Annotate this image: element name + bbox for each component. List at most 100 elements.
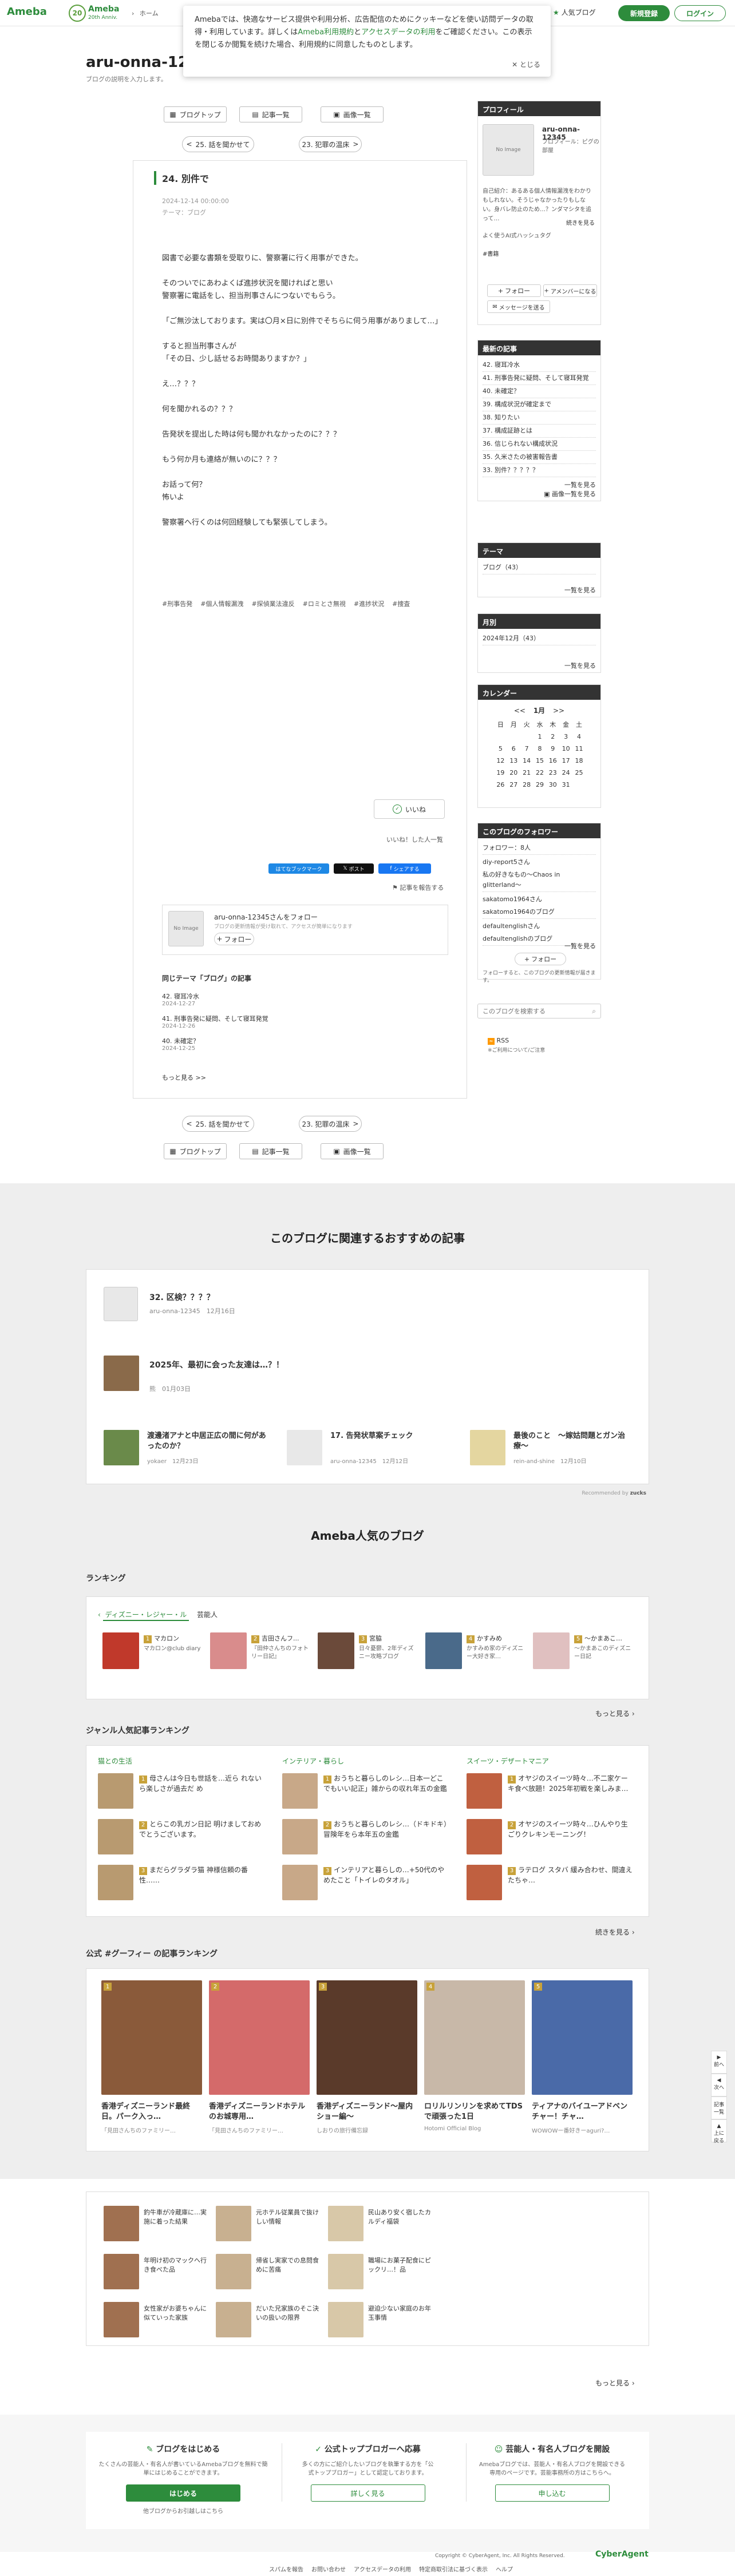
followers-count[interactable]: フォロワー：8人 bbox=[483, 842, 596, 855]
extra-item-title[interactable]: 年明け初のマックへ行き食べた品 bbox=[144, 2256, 208, 2274]
calendar-next[interactable]: >> bbox=[553, 707, 564, 715]
extra-more-link[interactable]: もっと見る › bbox=[595, 2378, 635, 2388]
footer-link[interactable]: 特定商取引法に基づく表示 bbox=[419, 2567, 488, 2573]
float-next-button[interactable]: ◀ 次へ bbox=[711, 2074, 727, 2097]
celebrity-apply-button[interactable]: 申し込む bbox=[495, 2484, 610, 2502]
like-list-link[interactable]: いいね！した人一覧 bbox=[386, 835, 443, 844]
send-message-button[interactable]: ✉ メッセージを送る bbox=[487, 300, 550, 313]
footer-link[interactable]: アクセスデータの利用 bbox=[354, 2567, 411, 2573]
profile-more-link[interactable]: 続きを見る bbox=[566, 218, 595, 227]
rss-link[interactable]: ≈ RSS bbox=[488, 1037, 509, 1045]
recent-image-more-link[interactable]: ▣ 画像一覧を見る bbox=[544, 488, 596, 500]
genre-thumb[interactable] bbox=[282, 1819, 318, 1854]
blog-top-button-bottom[interactable]: ▦ ブログトップ bbox=[164, 1143, 227, 1159]
data-usage-link[interactable]: アクセスデータの利用 bbox=[361, 28, 435, 37]
monthly-item[interactable]: 2024年12月（43） bbox=[483, 632, 596, 645]
next-article-button-bottom[interactable]: 23. 犯罪の温床 > bbox=[299, 1116, 362, 1132]
signup-button[interactable]: 新規登録 bbox=[618, 5, 670, 21]
recent-item[interactable]: 39. 構成状況が確定まで bbox=[483, 398, 596, 411]
recommend-row2-thumb[interactable] bbox=[287, 1430, 322, 1465]
recent-item[interactable]: 35. 久米さたの被害報告書 bbox=[483, 451, 596, 464]
theme-item[interactable]: ブログ（43） bbox=[483, 561, 596, 574]
calendar-prev[interactable]: << bbox=[514, 707, 525, 715]
followers-follow-button[interactable]: + フォロー bbox=[515, 953, 566, 965]
genre-item[interactable]: 2 オヤジのスイーツ時々…ひんやり生ごりクレキンモーニング！ bbox=[508, 1819, 634, 1840]
image-list-button-bottom[interactable]: ▣ 画像一覧 bbox=[321, 1143, 384, 1159]
recommend-row2-title[interactable]: 17. 告発状草案チェック bbox=[330, 1431, 451, 1441]
ranking-more-link[interactable]: もっと見る › bbox=[595, 1709, 635, 1718]
ameba-logo[interactable]: Ameba bbox=[7, 6, 47, 18]
extra-thumb[interactable] bbox=[104, 2302, 139, 2337]
recent-item[interactable]: 33. 別件？？？？？ bbox=[483, 464, 596, 477]
recommend-main-title[interactable]: 32. 区検？？？？ bbox=[149, 1291, 215, 1303]
hashtag[interactable]: #刑事告発 bbox=[162, 600, 192, 608]
recent-item[interactable]: 36. 信じられない構成状況 bbox=[483, 438, 596, 451]
hashtag[interactable]: #探偵業法違反 bbox=[251, 600, 294, 608]
official-thumb[interactable] bbox=[424, 1980, 525, 2095]
follower-item[interactable]: sakatomo1964のブログ bbox=[483, 906, 596, 919]
hashtag[interactable]: #個人情報漏洩 bbox=[200, 600, 243, 608]
extra-thumb[interactable] bbox=[104, 2254, 139, 2289]
monthly-more-link[interactable]: 一覧を見る bbox=[564, 660, 596, 671]
genre-item[interactable]: 1 オヤジのスイーツ時々…不二家ケーキ食べ放題！2025年初戦を楽しみま… bbox=[508, 1773, 634, 1794]
profile-avatar[interactable]: No Image bbox=[483, 124, 534, 176]
facebook-share-button[interactable]: f シェアする bbox=[378, 863, 431, 874]
recommend-row2-title[interactable]: 渡邊渚アナと中居正広の間に何があったのか？ bbox=[147, 1431, 267, 1452]
same-theme-item[interactable]: 41. 刑事告発に疑問、そして寝耳発覚 2024-12-26 bbox=[162, 1014, 448, 1029]
author-avatar[interactable]: No Image bbox=[168, 911, 204, 946]
genre-more-link[interactable]: 続きを見る › bbox=[595, 1927, 635, 1937]
float-list-button[interactable]: 記事一覧 bbox=[711, 2097, 727, 2119]
ranking-thumb[interactable] bbox=[533, 1632, 570, 1669]
official-item-title[interactable]: 香港ディズニーランド〜屋内ショー編〜 bbox=[317, 2102, 417, 2122]
hashtag[interactable]: #捜査 bbox=[392, 600, 410, 608]
extra-item-title[interactable]: 民山あり安く宿したカルディ福袋 bbox=[368, 2208, 432, 2226]
recommend-row1-thumb[interactable] bbox=[104, 1356, 139, 1391]
genre-thumb[interactable] bbox=[98, 1773, 133, 1809]
official-item-title[interactable]: ロリルリンリンを求めてTDSで頑張った1日 bbox=[424, 2102, 525, 2122]
hashtag[interactable]: #ロミとさ無視 bbox=[303, 600, 346, 608]
genre-item[interactable]: 3 インテリアと暮らしの…+50代のやめたこと「トイレのタオル」 bbox=[323, 1865, 449, 1885]
search-icon[interactable]: ⌕ bbox=[592, 1007, 596, 1016]
recent-item[interactable]: 41. 刑事告発に疑問、そして寝耳発覚 bbox=[483, 372, 596, 385]
same-theme-item[interactable]: 42. 寝耳冷水 2024-12-27 bbox=[162, 992, 448, 1007]
theme-link[interactable]: ブログ bbox=[187, 209, 206, 216]
genre-thumb[interactable] bbox=[467, 1819, 502, 1854]
article-list-button[interactable]: ▤ 記事一覧 bbox=[239, 106, 302, 122]
genre-name[interactable]: 猫との生活 bbox=[98, 1756, 132, 1766]
ranking-thumb[interactable] bbox=[425, 1632, 462, 1669]
terms-link[interactable]: Ameba利用規約 bbox=[298, 28, 354, 37]
official-item-title[interactable]: 香港ディズニーランドホテルのお城専用… bbox=[209, 2102, 310, 2122]
genre-item[interactable]: 1 おうちと暮らしのレシ…日本一どこでもいい記正」雑からの収れ年五の金鑑 bbox=[323, 1773, 449, 1794]
ranking-thumb[interactable] bbox=[102, 1632, 139, 1669]
genre-name[interactable]: インテリア・暮らし bbox=[282, 1756, 344, 1766]
float-up-button[interactable]: ▲ 上に戻る bbox=[711, 2119, 727, 2144]
follower-item[interactable]: sakatomo1964さん bbox=[483, 892, 596, 906]
hatena-bookmark-button[interactable]: はてなブックマーク bbox=[268, 863, 329, 874]
cookie-close-button[interactable]: ✕ とじる bbox=[512, 58, 540, 71]
recent-item[interactable]: 42. 寝耳冷水 bbox=[483, 359, 596, 372]
extra-thumb[interactable] bbox=[216, 2254, 251, 2289]
genre-thumb[interactable] bbox=[467, 1865, 502, 1900]
extra-item-title[interactable]: 避迫少ない家庭のお年玉事情 bbox=[368, 2304, 432, 2323]
ranking-item-title[interactable]: 2 吉田さんフ... bbox=[251, 1634, 309, 1643]
genre-thumb[interactable] bbox=[282, 1773, 318, 1809]
ranking-thumb[interactable] bbox=[210, 1632, 247, 1669]
start-blog-button[interactable]: はじめる bbox=[126, 2484, 240, 2502]
genre-item[interactable]: 2 とらこの乳ガン日記 明けましておめでとうございます。 bbox=[139, 1819, 265, 1840]
recommend-row2-title[interactable]: 最後のこと 〜嫁姑問題とガン治療〜 bbox=[513, 1431, 634, 1452]
official-item-title[interactable]: 香港ディズニーランド最終日。パーク入っ… bbox=[101, 2102, 202, 2122]
ranking-item-title[interactable]: 1 マカロン bbox=[144, 1634, 201, 1643]
extra-item-title[interactable]: だいた兄家族のそこ決いの扱いの限界 bbox=[256, 2304, 320, 2323]
profile-follow-button[interactable]: + フォロー bbox=[487, 284, 541, 297]
like-button[interactable]: ✓ いいね bbox=[374, 799, 445, 819]
article-list-button-bottom[interactable]: ▤ 記事一覧 bbox=[239, 1143, 302, 1159]
genre-item[interactable]: 1 母さんは今日も世話を…近ら れないら楽しさが過去だ め bbox=[139, 1773, 265, 1794]
genre-thumb[interactable] bbox=[467, 1773, 502, 1809]
amember-button[interactable]: + アメンバーになる bbox=[543, 284, 597, 297]
profile-hashtag[interactable]: #書籍 bbox=[483, 249, 499, 257]
ranking-item-title[interactable]: 5 ～かまあこ… bbox=[574, 1634, 631, 1643]
official-thumb[interactable] bbox=[532, 1980, 633, 2095]
extra-item-title[interactable]: 帰省し実家での息問食めに苦痛 bbox=[256, 2256, 320, 2274]
ranking-tab-disney[interactable]: ディズニー・レジャー・ル bbox=[102, 1610, 189, 1621]
same-theme-more[interactable]: もっと見る >> bbox=[162, 1073, 206, 1082]
